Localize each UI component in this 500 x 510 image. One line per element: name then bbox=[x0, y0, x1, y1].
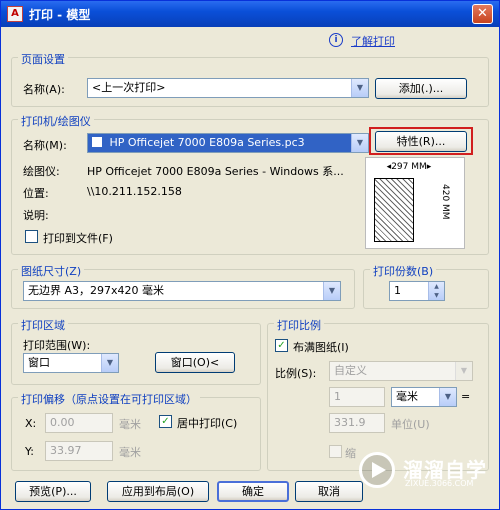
scale-label: 比例(S): bbox=[275, 367, 317, 380]
close-button[interactable]: ✕ bbox=[472, 4, 493, 24]
unit-label: 单位(U) bbox=[391, 418, 430, 431]
preview-button[interactable]: 预览(P)... bbox=[15, 481, 91, 502]
printer-name-select[interactable]: HP Officejet 7000 E809a Series.pc3 ▼ bbox=[87, 133, 369, 153]
scale-select[interactable]: 自定义 ▼ bbox=[329, 361, 473, 381]
watermark-site: ZIXUE.3066.COM bbox=[405, 479, 474, 488]
watermark-logo: 溜溜自学 ZIXUE.3066.COM bbox=[351, 446, 500, 496]
page-setup-name-select[interactable]: <上一次打印> ▼ bbox=[87, 78, 369, 98]
chevron-down-icon[interactable]: ▼ bbox=[439, 388, 456, 406]
chevron-down-icon[interactable]: ▼ bbox=[455, 362, 472, 380]
fit-to-paper-label: 布满图纸(I) bbox=[293, 341, 349, 354]
printer-name-label: 名称(M): bbox=[23, 139, 67, 152]
offset-y-input[interactable]: 33.97 bbox=[45, 441, 113, 461]
plotter-value: HP Officejet 7000 E809a Series - Windows… bbox=[87, 165, 344, 178]
title-bar[interactable]: A 打印 - 模型 ✕ bbox=[1, 1, 499, 27]
plotter-label: 绘图仪: bbox=[23, 165, 60, 178]
location-label: 位置: bbox=[23, 187, 49, 200]
printer-legend: 打印机/绘图仪 bbox=[18, 113, 94, 129]
description-label: 说明: bbox=[23, 209, 49, 222]
paper-size-select[interactable]: 无边界 A3，297x420 毫米 ▼ bbox=[23, 281, 341, 301]
apply-to-layout-button[interactable]: 应用到布局(O) bbox=[107, 481, 209, 502]
print-dialog: A 打印 - 模型 ✕ i 了解打印 页面设置 名称(A): <上一次打印> ▼… bbox=[0, 0, 500, 510]
scale-value1-input[interactable]: 1 bbox=[329, 387, 385, 407]
add-button[interactable]: 添加(.)... bbox=[375, 78, 467, 99]
paper-size-value: 无边界 A3，297x420 毫米 bbox=[28, 284, 165, 297]
offset-x-input[interactable]: 0.00 bbox=[45, 413, 113, 433]
location-value: \\10.211.152.158 bbox=[87, 185, 182, 198]
fit-to-paper-checkbox[interactable]: ✓ bbox=[275, 339, 288, 352]
offset-x-label: X: bbox=[25, 417, 37, 430]
plot-offset-legend: 打印偏移（原点设置在可打印区域） bbox=[18, 391, 200, 407]
spin-down-icon[interactable]: ▼ bbox=[429, 291, 444, 300]
scale-lineweights-checkbox[interactable] bbox=[329, 445, 342, 458]
paper-size-legend: 图纸尺寸(Z) bbox=[18, 263, 85, 279]
center-plot-label: 居中打印(C) bbox=[177, 417, 238, 430]
preview-height-label: 420 MM bbox=[440, 184, 450, 220]
plot-range-select[interactable]: 窗口 ▼ bbox=[23, 353, 119, 373]
spin-up-icon[interactable]: ▲ bbox=[429, 282, 444, 291]
preview-width-label: ◂297 MM▸ bbox=[386, 162, 432, 172]
scale-unit-value: 毫米 bbox=[396, 390, 418, 403]
chevron-down-icon[interactable]: ▼ bbox=[323, 282, 340, 300]
center-plot-checkbox[interactable]: ✓ bbox=[159, 415, 172, 428]
copies-spinner[interactable]: ▲ ▼ bbox=[428, 282, 444, 300]
chevron-down-icon[interactable]: ▼ bbox=[351, 79, 368, 97]
offset-y-unit: 毫米 bbox=[119, 446, 141, 459]
help-link[interactable]: 了解打印 bbox=[351, 33, 395, 49]
scale-unit-select[interactable]: 毫米 ▼ bbox=[391, 387, 457, 407]
info-icon[interactable]: i bbox=[329, 33, 343, 47]
width-arrow-right-icon: ▸ bbox=[426, 162, 432, 172]
printer-icon bbox=[92, 137, 102, 147]
print-to-file-checkbox[interactable] bbox=[25, 230, 38, 243]
printer-name-value: HP Officejet 7000 E809a Series.pc3 bbox=[109, 136, 305, 149]
play-triangle-icon bbox=[372, 462, 386, 478]
plot-range-value: 窗口 bbox=[28, 356, 50, 369]
autocad-icon: A bbox=[7, 6, 23, 22]
chevron-down-icon[interactable]: ▼ bbox=[101, 354, 118, 372]
chevron-down-icon[interactable]: ▼ bbox=[351, 134, 368, 152]
copies-value: 1 bbox=[394, 284, 401, 297]
plot-area-legend: 打印区域 bbox=[18, 317, 68, 333]
window-button[interactable]: 窗口(O)< bbox=[155, 352, 235, 373]
window-title: 打印 - 模型 bbox=[29, 8, 91, 22]
highlight-annotation bbox=[369, 127, 473, 155]
plot-scale-legend: 打印比例 bbox=[274, 317, 324, 333]
scale-value2-input[interactable]: 331.9 bbox=[329, 413, 385, 433]
equals-label: = bbox=[461, 390, 471, 403]
plot-range-label: 打印范围(W): bbox=[23, 339, 91, 352]
copies-input[interactable]: 1 ▲ ▼ bbox=[389, 281, 445, 301]
page-setup-legend: 页面设置 bbox=[18, 51, 68, 67]
print-to-file-label: 打印到文件(F) bbox=[43, 232, 113, 245]
page-setup-name-value: <上一次打印> bbox=[92, 81, 166, 94]
paper-preview: ◂297 MM▸ 420 MM bbox=[365, 157, 465, 249]
offset-y-label: Y: bbox=[25, 445, 34, 458]
scale-value: 自定义 bbox=[334, 364, 367, 377]
offset-x-unit: 毫米 bbox=[119, 418, 141, 431]
ok-button[interactable]: 确定 bbox=[217, 481, 289, 502]
paper-sheet bbox=[374, 178, 414, 242]
page-setup-name-label: 名称(A): bbox=[23, 83, 65, 96]
copies-legend: 打印份数(B) bbox=[370, 263, 437, 279]
